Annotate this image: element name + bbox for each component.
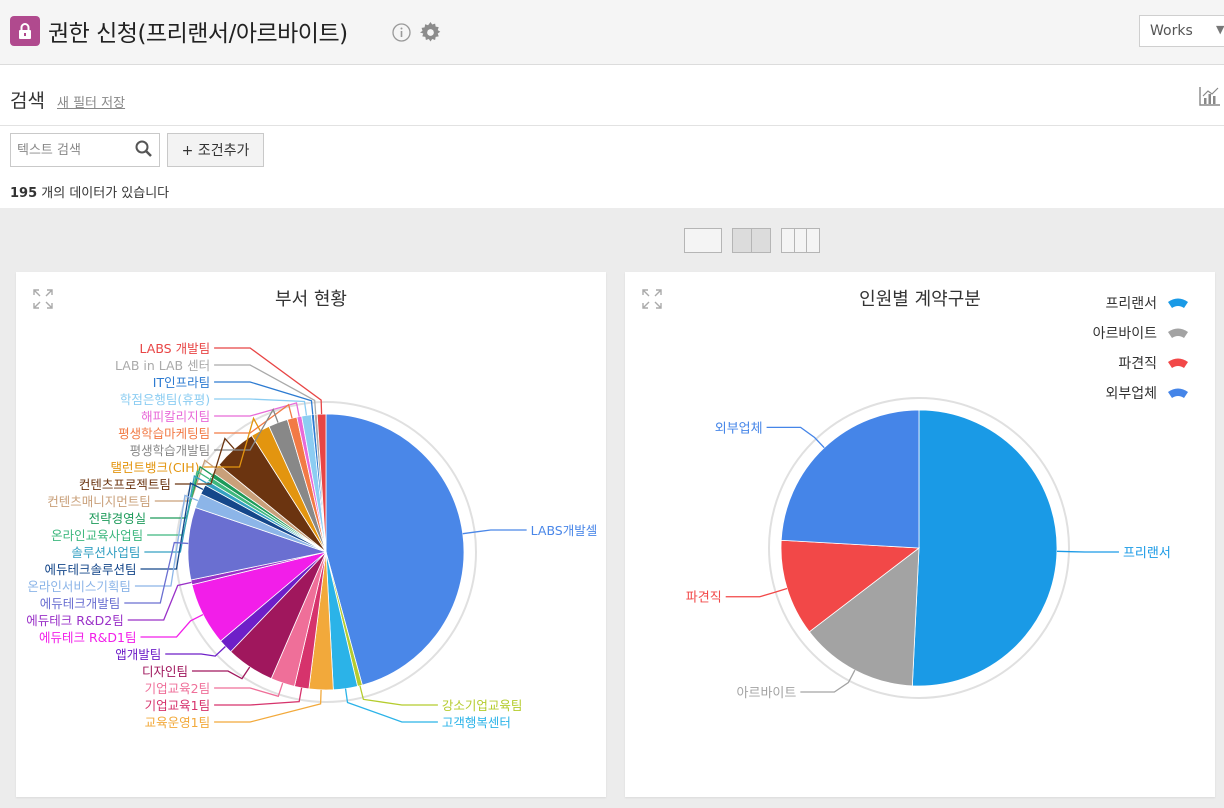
- view-select-value: Works: [1150, 23, 1193, 39]
- pie-slice-label: 외부업체: [715, 421, 763, 436]
- pie-label-connector: [140, 613, 204, 638]
- department-chart-panel: 부서 현황 LABS개발셀 강소기업교육팀 고객행복센터 LABS 개발팀 LAB in…: [16, 272, 606, 797]
- save-filter-link[interactable]: 새 필터 저장: [57, 92, 125, 111]
- pie-slice-label: 기업교육1팀: [145, 698, 210, 713]
- legend-item[interactable]: 아르바이트: [1093, 318, 1189, 348]
- pie-slice-label: 교육운영1팀: [145, 715, 210, 730]
- chart-legend: 프리랜서아르바이트파견직외부업체: [1093, 288, 1189, 408]
- pie-label-connector: [725, 587, 788, 598]
- pie-slice[interactable]: [780, 409, 920, 549]
- pie-label-connector: [191, 666, 251, 680]
- add-condition-label: + 조건추가: [181, 143, 250, 159]
- gear-icon[interactable]: [420, 22, 441, 43]
- pie-slice-label: 온라인교육사업팀: [51, 528, 143, 543]
- layout-triple-button[interactable]: [781, 228, 820, 253]
- layout-single-button[interactable]: [684, 228, 722, 253]
- search-title: 검색: [10, 90, 45, 112]
- pie-slice-label: 아르바이트: [737, 686, 797, 701]
- pie-slice-label: 전략경영실: [89, 511, 147, 526]
- result-count-number: 195: [10, 186, 38, 201]
- legend-label: 외부업체: [1105, 386, 1157, 402]
- pie-slice-label: 고객행복센터: [442, 715, 511, 730]
- pie-slice-label: 평생학습마케팅팀: [118, 426, 210, 441]
- legend-item[interactable]: 외부업체: [1093, 378, 1189, 408]
- pie-slice-label: 앱개발팀: [115, 647, 161, 662]
- legend-swatch: [1168, 388, 1188, 398]
- info-icon[interactable]: [392, 23, 411, 42]
- pie-slice-label: 평생학습개발팀: [130, 443, 211, 458]
- pie-label-connector: [214, 364, 317, 415]
- legend-label: 프리랜서: [1105, 296, 1157, 312]
- pie-slice-label: 에듀테크솔루션팀: [44, 562, 136, 577]
- pie-slice-label: 탤런트뱅크(CIH): [110, 460, 199, 475]
- pie-slice-label: 해피칼리지팀: [141, 409, 210, 424]
- pie-label-connector: [766, 426, 825, 449]
- pie-label-connector: [1056, 550, 1119, 553]
- layout-double-button[interactable]: [732, 228, 771, 253]
- pie-slice-label: LABS 개발팀: [140, 341, 211, 356]
- legend-swatch: [1168, 358, 1188, 368]
- pie-slice-label: 파견직: [686, 591, 722, 606]
- legend-item[interactable]: 프리랜서: [1093, 288, 1189, 318]
- pie-slice-label: 컨텐츠매니지먼트팀: [47, 494, 151, 509]
- pie-label-connector: [800, 669, 856, 693]
- department-pie-chart: LABS개발셀강소기업교육팀고객행복센터 LABS 개발팀 LAB in LAB 센…: [26, 341, 598, 730]
- app-header: 권한 신청(프리랜서/아르바이트) Works ▼: [0, 0, 1224, 65]
- lock-icon: [10, 16, 40, 46]
- pie-slice-label: LAB in LAB 센터: [115, 358, 210, 373]
- legend-item[interactable]: 파견직: [1093, 348, 1189, 378]
- contract-chart-panel: 인원별 계약구분 프리랜서 외부업체 파견직 아르바이트 프리랜서 아르바이트 파견직 외부…: [625, 272, 1215, 797]
- pie-slice-label: 컨텐츠프로젝트팀: [79, 477, 171, 492]
- pie-slice-label: 기업교육2팀: [145, 681, 210, 696]
- pie-slice-label: 에듀테크 R&D1팀: [39, 630, 136, 645]
- divider: [0, 125, 1224, 126]
- pie-label-connector: [214, 689, 322, 723]
- pie-slice-label: 강소기업교육팀: [442, 698, 523, 713]
- legend-swatch: [1168, 328, 1188, 338]
- view-select[interactable]: Works: [1139, 15, 1224, 47]
- pie-slice-label: 에듀테크개발팀: [40, 596, 121, 611]
- pie-label-connector: [462, 529, 527, 535]
- pie-slice-label: 에듀테크 R&D2팀: [26, 613, 123, 628]
- pie-label-connector: [127, 581, 192, 621]
- pie-slice-label: 학점은행팀(휴평): [120, 392, 210, 407]
- pie-label-connector: [214, 402, 300, 417]
- pie-slice-label: IT인프라팀: [153, 375, 210, 390]
- result-count-text: 개의 데이터가 있습니다: [37, 186, 170, 201]
- pie-label-connector: [214, 682, 284, 698]
- legend-label: 파견직: [1118, 356, 1157, 372]
- result-count: 195 개의 데이터가 있습니다: [10, 182, 169, 201]
- pie-slice-label: 디자인팀: [142, 664, 188, 679]
- search-icon[interactable]: [134, 139, 154, 159]
- pie-label-connector: [165, 646, 226, 657]
- legend-label: 아르바이트: [1092, 326, 1157, 342]
- add-condition-button[interactable]: + 조건추가: [167, 133, 264, 167]
- chevron-down-icon: ▼: [1216, 23, 1224, 36]
- pie-slice-label: 프리랜서: [1123, 546, 1171, 561]
- pie-slice-label: 솔루션사업팀: [71, 545, 140, 560]
- bar-chart-icon[interactable]: [1199, 86, 1221, 106]
- pie-slice-label: LABS개발셀: [531, 523, 598, 538]
- pie-slice-label: 온라인서비스기획팀: [27, 579, 131, 594]
- page-title: 권한 신청(프리랜서/아르바이트): [48, 21, 348, 47]
- legend-swatch: [1168, 298, 1188, 308]
- pie-slice[interactable]: [911, 409, 1058, 687]
